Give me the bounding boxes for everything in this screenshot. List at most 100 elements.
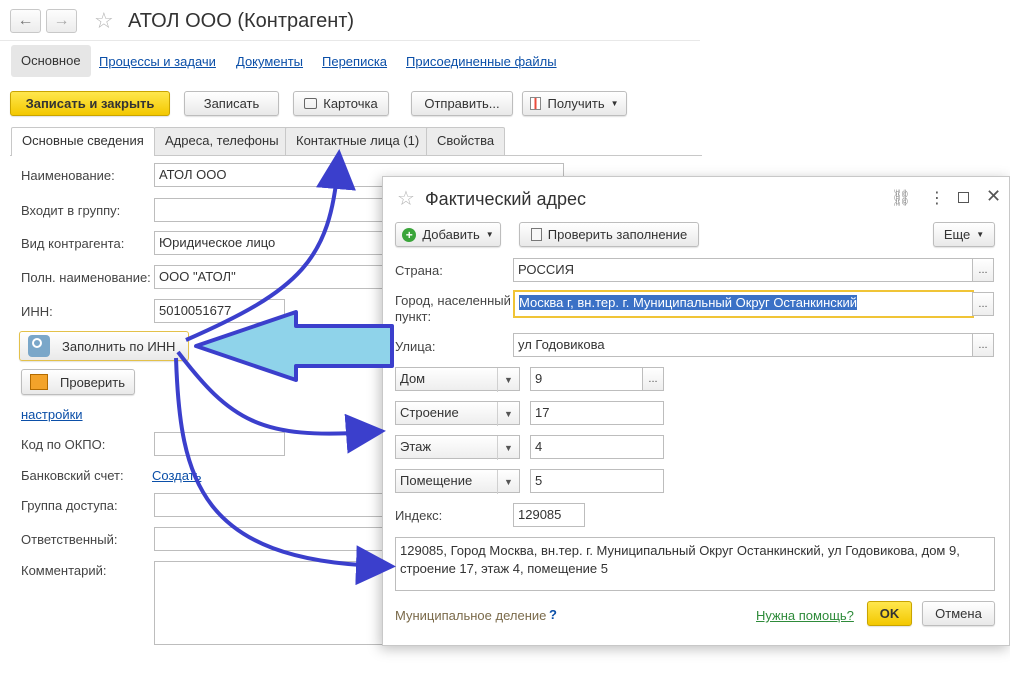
- city-field[interactable]: Москва г, вн.тер. г. Муниципальный Округ…: [513, 290, 974, 318]
- tab-addresses[interactable]: Адреса, телефоны: [154, 127, 290, 155]
- tab-main-info[interactable]: Основные сведения: [11, 127, 155, 156]
- card-label: Карточка: [323, 96, 378, 111]
- check-button[interactable]: Проверить: [21, 369, 135, 395]
- header-divider: [0, 40, 700, 41]
- dialog-star-icon[interactable]: ☆: [397, 186, 415, 211]
- responsible-label: Ответственный:: [21, 532, 118, 547]
- cancel-button[interactable]: Отмена: [922, 601, 995, 626]
- house-type-value: Дом: [400, 371, 426, 386]
- link-icon[interactable]: ⛓: [891, 188, 911, 208]
- access-field[interactable]: [154, 493, 384, 517]
- chevron-down-icon: ▼: [976, 230, 985, 239]
- house-select-button[interactable]: ...: [642, 367, 664, 391]
- city-label-line2: пункт:: [395, 309, 432, 324]
- building-field[interactable]: 17: [530, 401, 664, 425]
- send-button[interactable]: Отправить...: [411, 91, 513, 116]
- floor-field[interactable]: 4: [530, 435, 664, 459]
- save-close-button[interactable]: Записать и закрыть: [10, 91, 170, 116]
- get-button[interactable]: Получить ▼: [522, 91, 627, 116]
- forward-button[interactable]: →: [46, 9, 77, 33]
- responsible-field[interactable]: [154, 527, 384, 551]
- group-label: Входит в группу:: [21, 203, 121, 218]
- floor-type-select[interactable]: Этаж ▼: [395, 435, 520, 460]
- add-button[interactable]: + Добавить ▼: [395, 222, 501, 247]
- country-label: Страна:: [395, 263, 443, 278]
- add-label: Добавить: [422, 227, 480, 242]
- save-close-label: Записать и закрыть: [25, 96, 155, 111]
- ok-label: OK: [879, 606, 900, 621]
- section-main[interactable]: Основное: [11, 45, 91, 77]
- arrow-to-floor: [176, 350, 386, 454]
- back-button[interactable]: ←: [10, 9, 41, 33]
- section-documents[interactable]: Документы: [236, 54, 303, 69]
- save-label: Записать: [203, 96, 260, 111]
- street-field[interactable]: ул Годовикова: [513, 333, 973, 357]
- section-files[interactable]: Присоединенные файлы: [406, 54, 557, 69]
- get-label: Получить: [547, 96, 605, 111]
- inn-label: ИНН:: [21, 304, 53, 319]
- municipal-help-icon[interactable]: ?: [549, 607, 557, 622]
- more-vert-icon[interactable]: ⋮: [929, 188, 945, 208]
- favorite-star-icon[interactable]: ☆: [94, 8, 114, 34]
- fill-by-inn-label: Заполнить по ИНН: [62, 338, 176, 354]
- section-correspondence[interactable]: Переписка: [322, 54, 387, 69]
- house-type-select[interactable]: Дом ▼: [395, 367, 520, 392]
- fill-by-inn-button[interactable]: Заполнить по ИНН: [19, 331, 189, 361]
- full-name-field[interactable]: ООО "АТОЛ": [154, 265, 384, 289]
- room-field[interactable]: 5: [530, 469, 664, 493]
- arrow-left-icon: ←: [17, 12, 34, 29]
- index-field[interactable]: 129085: [513, 503, 585, 527]
- chevron-down-icon: ▼: [497, 368, 519, 392]
- okpo-field[interactable]: [154, 432, 285, 456]
- chevron-down-icon: ▼: [497, 436, 519, 460]
- inn-field[interactable]: 5010051677: [154, 299, 285, 323]
- cancel-label: Отмена: [935, 606, 982, 621]
- more-label: Еще: [943, 227, 971, 242]
- save-button[interactable]: Записать: [184, 91, 279, 116]
- close-icon[interactable]: ✕: [986, 186, 1001, 207]
- check-fill-label: Проверить заполнение: [547, 227, 688, 242]
- street-label: Улица:: [395, 339, 436, 354]
- tab-contacts[interactable]: Контактные лица (1): [285, 127, 431, 155]
- settings-link[interactable]: настройки: [21, 407, 83, 422]
- ok-button[interactable]: OK: [867, 601, 912, 626]
- help-link[interactable]: Нужна помощь?: [756, 608, 854, 623]
- chevron-down-icon: ▼: [497, 470, 519, 494]
- card-button[interactable]: Карточка: [293, 91, 389, 116]
- bank-label: Банковский счет:: [21, 468, 124, 483]
- country-select-button[interactable]: ...: [972, 258, 994, 282]
- chevron-down-icon: ▼: [497, 402, 519, 426]
- dialog-title: Фактический адрес: [425, 189, 586, 209]
- building-type-select[interactable]: Строение ▼: [395, 401, 520, 426]
- full-name-label: Полн. наименование:: [21, 270, 151, 285]
- floor-type-value: Этаж: [400, 439, 432, 454]
- type-label: Вид контрагента:: [21, 236, 125, 251]
- building-type-value: Строение: [400, 405, 459, 420]
- maximize-icon[interactable]: [958, 192, 969, 203]
- arrow-right-icon: →: [53, 12, 70, 29]
- group-field[interactable]: [154, 198, 384, 222]
- street-select-button[interactable]: ...: [972, 333, 994, 357]
- plus-circle-icon: +: [402, 227, 417, 242]
- house-field[interactable]: 9: [530, 367, 643, 391]
- send-label: Отправить...: [424, 96, 500, 111]
- city-select-button[interactable]: ...: [972, 292, 994, 316]
- type-field[interactable]: Юридическое лицо: [154, 231, 384, 255]
- index-label: Индекс:: [395, 508, 443, 523]
- more-button[interactable]: Еще ▼: [933, 222, 995, 247]
- tab-properties[interactable]: Свойства: [426, 127, 506, 155]
- city-label-line1: Город, населенный: [395, 293, 511, 308]
- country-field[interactable]: РОССИЯ: [513, 258, 973, 282]
- report-icon: [530, 97, 542, 110]
- room-type-select[interactable]: Помещение ▼: [395, 469, 520, 494]
- name-label: Наименование:: [21, 168, 115, 183]
- full-address-line2: строение 17, этаж 4, помещение 5: [400, 561, 608, 576]
- full-address-field[interactable]: 129085, Город Москва, вн.тер. г. Муницип…: [395, 537, 995, 591]
- full-address-line1: 129085, Город Москва, вн.тер. г. Муницип…: [400, 543, 960, 558]
- bank-create-link[interactable]: Создать: [152, 468, 201, 483]
- check-label: Проверить: [60, 374, 126, 390]
- check-fill-button[interactable]: Проверить заполнение: [519, 222, 699, 247]
- section-processes[interactable]: Процессы и задачи: [99, 54, 216, 69]
- actual-address-dialog: ☆ Фактический адрес ⛓ ⋮ ✕ + Добавить ▼ П…: [382, 176, 1010, 646]
- okpo-label: Код по ОКПО:: [21, 437, 106, 452]
